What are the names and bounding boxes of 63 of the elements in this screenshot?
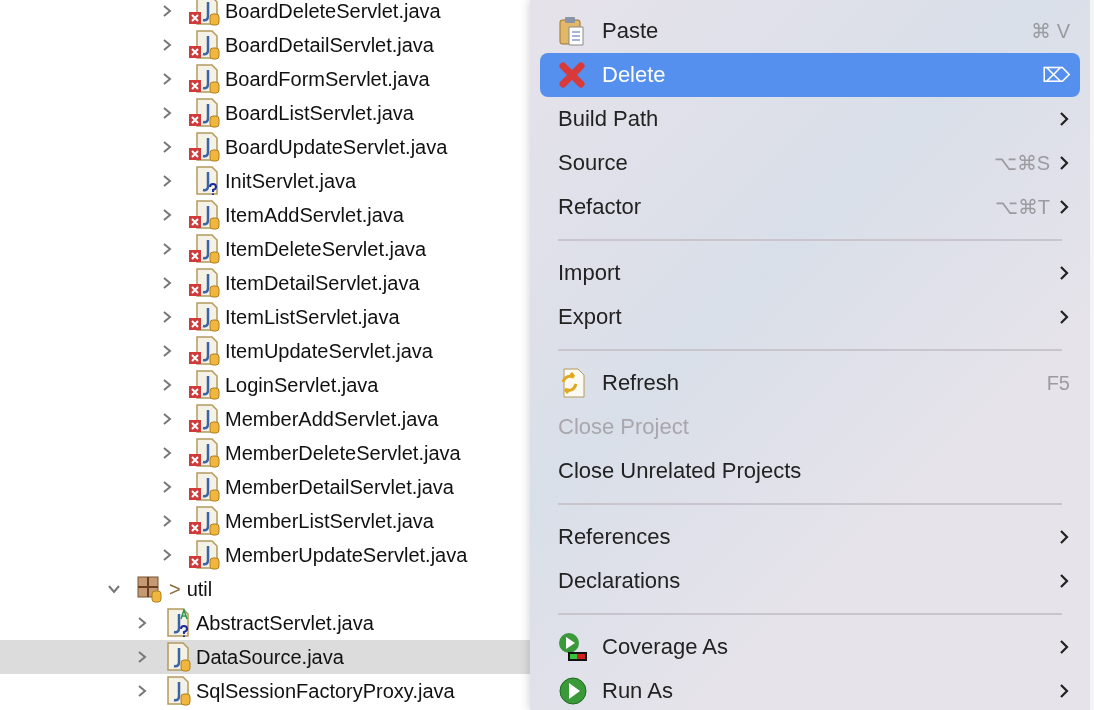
file-name[interactable]: ItemListServlet.java xyxy=(225,305,400,329)
java-file-error-icon xyxy=(188,200,222,230)
menu-item[interactable]: Close Unrelated Projects xyxy=(540,449,1080,493)
java-file-error-icon xyxy=(188,404,222,434)
file-name[interactable]: BoardListServlet.java xyxy=(225,101,414,125)
java-file-error-icon xyxy=(188,506,222,536)
chevron-icon xyxy=(1058,308,1070,326)
file-name[interactable]: BoardDetailServlet.java xyxy=(225,33,434,57)
menu-item[interactable]: Refresh F5 xyxy=(540,361,1080,405)
decoration-prefix: > xyxy=(169,577,181,601)
file-name[interactable]: ItemAddServlet.java xyxy=(225,203,404,227)
menu-item[interactable]: Build Path xyxy=(540,97,1080,141)
java-file-error-icon xyxy=(188,268,222,298)
clipboard-icon xyxy=(558,16,586,46)
file-name[interactable]: BoardDeleteServlet.java xyxy=(225,0,441,23)
file-name[interactable]: MemberUpdateServlet.java xyxy=(225,543,468,567)
menu-item[interactable]: References xyxy=(540,515,1080,559)
java-file-error-icon xyxy=(188,30,222,60)
java-file-error-icon xyxy=(188,540,222,570)
file-name[interactable]: ItemDeleteServlet.java xyxy=(225,237,427,261)
java-file-error-icon xyxy=(188,472,222,502)
menu-item[interactable]: Import xyxy=(540,251,1080,295)
java-file-error-icon xyxy=(188,98,222,128)
chevron-icon xyxy=(1058,572,1070,590)
file-name[interactable]: ItemDetailServlet.java xyxy=(225,271,420,295)
file-name[interactable]: LoginServlet.java xyxy=(225,373,379,397)
file-name[interactable]: AbstractServlet.java xyxy=(196,611,374,635)
menu-item[interactable]: Refactor ⌥⌘T xyxy=(540,185,1080,229)
menu-item[interactable]: Coverage As xyxy=(540,625,1080,669)
chevron-icon xyxy=(1058,528,1070,546)
file-name[interactable]: MemberAddServlet.java xyxy=(225,407,439,431)
java-file-error-icon xyxy=(188,64,222,94)
package-icon xyxy=(135,574,165,604)
file-name[interactable]: DataSource.java xyxy=(196,645,344,669)
menu-item[interactable]: Export xyxy=(540,295,1080,339)
java-file-error-icon xyxy=(188,132,222,162)
chevron-icon xyxy=(1058,638,1070,656)
menu-item[interactable]: Run As xyxy=(540,669,1080,710)
coverage-icon xyxy=(558,632,588,662)
file-name[interactable]: ItemUpdateServlet.java xyxy=(225,339,433,363)
file-name[interactable]: SqlSessionFactoryProxy.java xyxy=(196,679,455,703)
file-name[interactable]: MemberDetailServlet.java xyxy=(225,475,454,499)
file-name[interactable]: MemberListServlet.java xyxy=(225,509,434,533)
file-name[interactable]: BoardUpdateServlet.java xyxy=(225,135,448,159)
menu-item[interactable]: Declarations xyxy=(540,559,1080,603)
run-icon xyxy=(558,676,588,706)
file-name[interactable]: InitServlet.java xyxy=(225,169,357,193)
java-file-error-icon xyxy=(188,234,222,264)
file-name[interactable]: MemberDeleteServlet.java xyxy=(225,441,461,465)
chevron-icon xyxy=(1058,154,1070,172)
java-file-error-icon xyxy=(188,438,222,468)
chevron-icon xyxy=(1058,198,1070,216)
chevron-icon xyxy=(1058,682,1070,700)
menu-item[interactable]: Paste ⌘ V xyxy=(540,9,1080,53)
chevron-icon xyxy=(1058,110,1070,128)
close-icon xyxy=(558,61,586,89)
java-file-error-icon xyxy=(188,370,222,400)
chevron-icon xyxy=(1058,264,1070,282)
menu-item[interactable]: Source ⌥⌘S xyxy=(540,141,1080,185)
package-name[interactable]: util xyxy=(186,577,213,601)
java-file-error-icon xyxy=(188,302,222,332)
java-file-error-icon xyxy=(188,336,222,366)
file-name[interactable]: BoardFormServlet.java xyxy=(225,67,430,91)
